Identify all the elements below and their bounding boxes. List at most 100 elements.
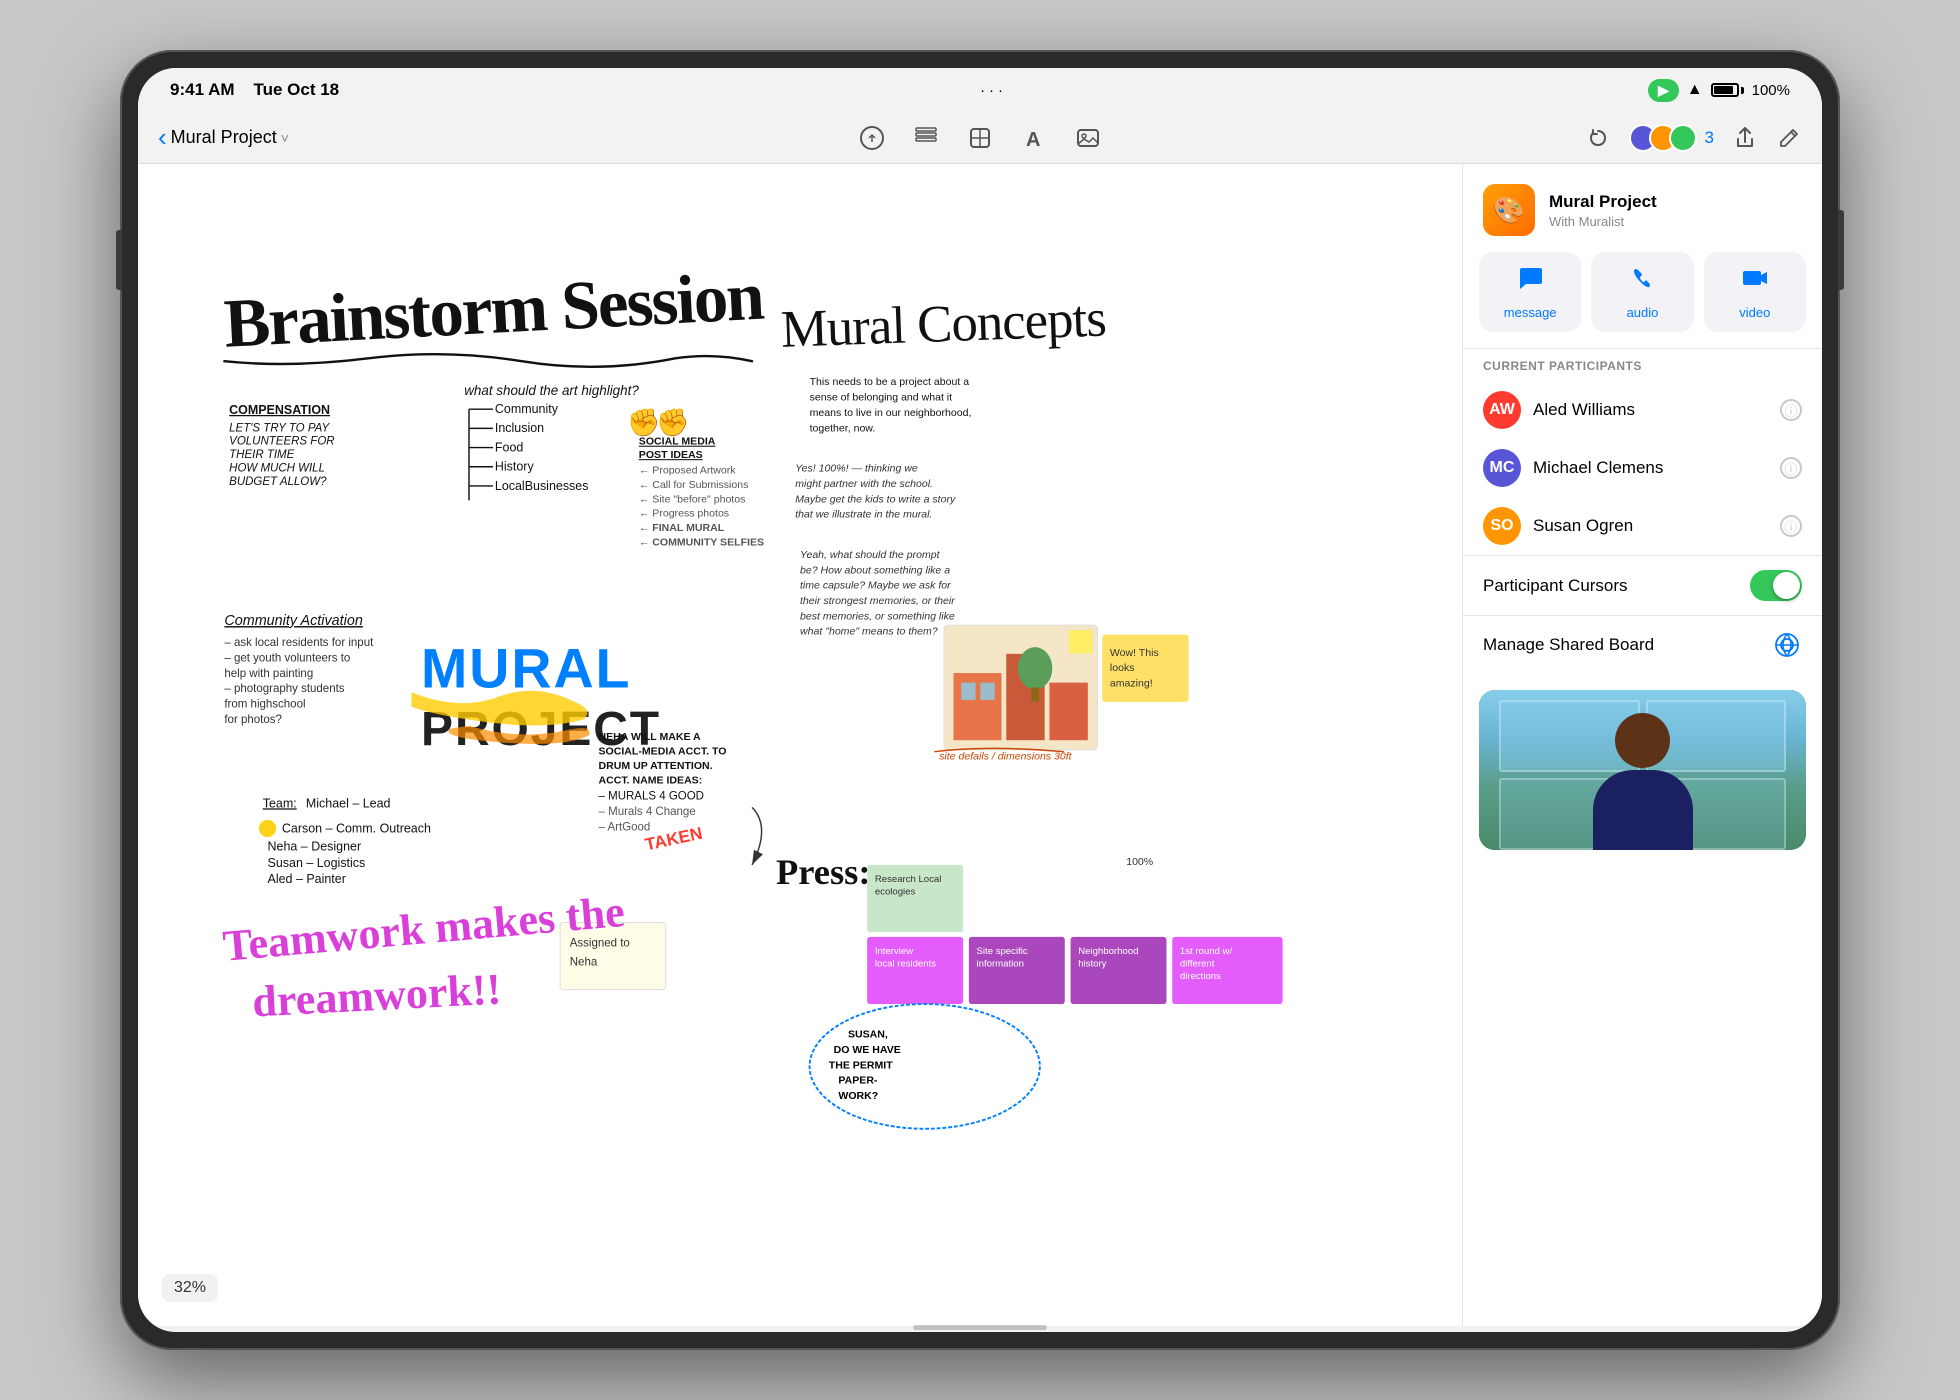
- back-button[interactable]: [158, 122, 167, 153]
- svg-text:← Site "before" photos: ← Site "before" photos: [639, 493, 746, 505]
- svg-text:for photos?: for photos?: [224, 714, 282, 726]
- toggle-knob: [1773, 572, 1800, 599]
- main-content: Brainstorm Session Mural Concepts COMPEN…: [138, 164, 1822, 1326]
- manage-shared-board-row[interactable]: Manage Shared Board: [1463, 615, 1822, 674]
- video-icon: [1741, 264, 1769, 299]
- phone-icon: [1628, 264, 1656, 299]
- svg-text:Site specific: Site specific: [977, 946, 1028, 957]
- svg-text:Inclusion: Inclusion: [495, 421, 544, 435]
- toolbar-left: Mural Project ˅: [158, 122, 859, 153]
- title-chevron-icon: ˅: [281, 130, 289, 146]
- svg-text:Michael – Lead: Michael – Lead: [306, 796, 391, 810]
- svg-text:Neighborhood: Neighborhood: [1078, 946, 1138, 957]
- volume-button[interactable]: [116, 230, 122, 290]
- share-button[interactable]: [1732, 125, 1758, 151]
- home-bar[interactable]: [913, 1325, 1047, 1330]
- svg-text:best memories, or something li: best memories, or something like: [800, 610, 955, 622]
- participants-section-header: CURRENT PARTICIPANTS: [1463, 349, 1822, 381]
- svg-text:COMPENSATION: COMPENSATION: [229, 403, 330, 417]
- participant-info-michael[interactable]: ⓘ: [1780, 457, 1802, 479]
- participants-button[interactable]: 3: [1629, 124, 1714, 152]
- svg-text:← Progress photos: ← Progress photos: [639, 508, 729, 520]
- text-tool-icon[interactable]: A: [1021, 125, 1047, 151]
- power-button[interactable]: [1838, 210, 1844, 290]
- svg-text:information: information: [977, 959, 1024, 970]
- svg-text:time capsule? Maybe we ask for: time capsule? Maybe we ask for: [800, 580, 951, 592]
- svg-text:Community Activation: Community Activation: [224, 613, 362, 629]
- participant-info-aled[interactable]: ⓘ: [1780, 399, 1802, 421]
- svg-text:Susan – Logistics: Susan – Logistics: [268, 856, 366, 870]
- svg-text:that we illustrate in the mura: that we illustrate in the mural.: [795, 509, 932, 521]
- participant-row-susan[interactable]: SO Susan Ogren ⓘ: [1463, 497, 1822, 555]
- svg-text:← FINAL MURAL: ← FINAL MURAL: [639, 522, 725, 534]
- participant-name-aled: Aled Williams: [1533, 400, 1768, 420]
- side-panel: 🎨 Mural Project With Muralist: [1462, 164, 1822, 1326]
- edit-button[interactable]: [1776, 125, 1802, 151]
- pencil-tool-icon[interactable]: [859, 125, 885, 151]
- document-title-button[interactable]: Mural Project ˅: [171, 127, 289, 148]
- svg-text:WORK?: WORK?: [838, 1090, 878, 1102]
- participant-info-susan[interactable]: ⓘ: [1780, 515, 1802, 537]
- document-title: Mural Project: [171, 127, 277, 148]
- svg-text:MURAL: MURAL: [421, 637, 631, 699]
- media-tool-icon[interactable]: [1075, 125, 1101, 151]
- svg-text:Research Local: Research Local: [875, 874, 942, 885]
- toolbar: Mural Project ˅: [138, 112, 1822, 164]
- undo-button[interactable]: [1585, 125, 1611, 151]
- video-button[interactable]: video: [1704, 252, 1806, 332]
- svg-text:DO WE HAVE: DO WE HAVE: [834, 1044, 901, 1056]
- svg-text:together, now.: together, now.: [810, 422, 876, 434]
- svg-text:looks: looks: [1110, 662, 1135, 674]
- panel-actions: message audio: [1463, 236, 1822, 332]
- svg-text:POST IDEAS: POST IDEAS: [639, 449, 703, 461]
- svg-text:Maybe get the kids to write a: Maybe get the kids to write a story: [795, 493, 956, 505]
- message-icon: [1516, 264, 1544, 299]
- svg-text:Community: Community: [495, 402, 559, 416]
- svg-text:Yes! 100%! — thinking we: Yes! 100%! — thinking we: [795, 463, 918, 475]
- panel-subtitle: With Muralist: [1549, 214, 1802, 229]
- svg-text:what "home" means to them?: what "home" means to them?: [800, 626, 938, 638]
- status-indicators: ▶ ▲ 100%: [1648, 79, 1790, 102]
- svg-text:VOLUNTEERS FOR: VOLUNTEERS FOR: [229, 436, 334, 448]
- cursors-toggle-row: Participant Cursors: [1463, 555, 1822, 615]
- participant-avatar-3: [1669, 124, 1697, 152]
- svg-text:THE PERMIT: THE PERMIT: [829, 1059, 893, 1071]
- svg-text:sense of belonging and what it: sense of belonging and what it: [810, 392, 953, 404]
- canvas-area[interactable]: Brainstorm Session Mural Concepts COMPEN…: [138, 164, 1462, 1326]
- svg-text:SOCIAL-MEDIA ACCT. TO: SOCIAL-MEDIA ACCT. TO: [599, 746, 727, 758]
- svg-text:Wow! This: Wow! This: [1110, 647, 1159, 659]
- svg-text:← Proposed Artwork: ← Proposed Artwork: [639, 464, 736, 476]
- video-feed: [1479, 690, 1806, 850]
- svg-text:local residents: local residents: [875, 959, 936, 970]
- shapes-tool-icon[interactable]: [967, 125, 993, 151]
- svg-text:PAPER-: PAPER-: [838, 1075, 878, 1087]
- svg-text:history: history: [1078, 959, 1106, 970]
- svg-text:Team:: Team:: [263, 796, 297, 810]
- svg-text:different: different: [1180, 959, 1215, 970]
- svg-text:– get youth volunteers to: – get youth volunteers to: [224, 653, 350, 665]
- svg-text:LET'S TRY TO PAY: LET'S TRY TO PAY: [229, 422, 330, 434]
- participant-row-michael[interactable]: MC Michael Clemens ⓘ: [1463, 439, 1822, 497]
- svg-text:– MURALS 4 GOOD: – MURALS 4 GOOD: [599, 791, 704, 803]
- svg-text:← Call for Submissions: ← Call for Submissions: [639, 479, 749, 491]
- participant-avatars: [1629, 124, 1697, 152]
- message-button[interactable]: message: [1479, 252, 1581, 332]
- manage-board-icon: [1772, 630, 1802, 660]
- svg-text:SOCIAL MEDIA: SOCIAL MEDIA: [639, 436, 716, 448]
- audio-button[interactable]: audio: [1591, 252, 1693, 332]
- svg-text:– Murals 4 Change: – Murals 4 Change: [599, 806, 696, 818]
- svg-text:help with painting: help with painting: [224, 668, 313, 680]
- participant-avatar-michael: MC: [1483, 449, 1521, 487]
- svg-text:Neha: Neha: [570, 957, 598, 969]
- participant-row-aled[interactable]: AW Aled Williams ⓘ: [1463, 381, 1822, 439]
- home-indicator: [138, 1326, 1822, 1332]
- layers-tool-icon[interactable]: [913, 125, 939, 151]
- svg-text:Press:: Press:: [776, 852, 870, 892]
- svg-text:– ask local residents for inpu: – ask local residents for input: [224, 637, 374, 649]
- manage-shared-board-label: Manage Shared Board: [1483, 635, 1772, 655]
- svg-text:Food: Food: [495, 440, 523, 454]
- svg-text:100%: 100%: [1126, 856, 1153, 868]
- wifi-icon: ▲: [1687, 81, 1703, 99]
- cursors-toggle-switch[interactable]: [1750, 570, 1802, 601]
- toolbar-center: A: [859, 125, 1101, 151]
